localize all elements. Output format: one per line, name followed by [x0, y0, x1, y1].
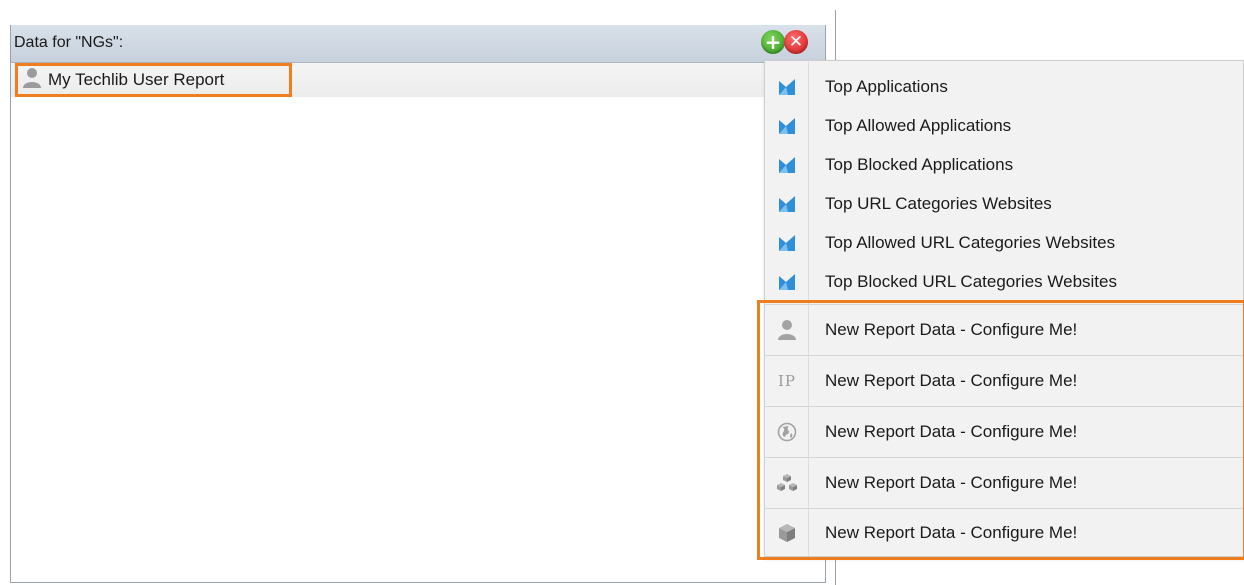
cube-icon: [765, 523, 809, 543]
menu-item-label: Top Allowed Applications: [825, 115, 1012, 135]
report-chart-icon: [765, 156, 809, 174]
menu-item-label: New Report Data - Configure Me!: [825, 320, 1078, 339]
menu-item-top-applications[interactable]: Top Applications: [765, 67, 1243, 106]
report-chart-icon: [765, 117, 809, 135]
add-report-data-menu: Top Applications Top Allowed Application…: [764, 60, 1244, 557]
list-item-label: My Techlib User Report: [48, 70, 225, 89]
report-chart-icon: [765, 273, 809, 291]
ip-icon: IP: [777, 372, 797, 390]
report-chart-icon: [765, 234, 809, 252]
menu-item-top-blocked-applications[interactable]: Top Blocked Applications: [765, 145, 1243, 184]
group-boxes-icon: [765, 473, 809, 493]
list-item-my-techlib-user-report[interactable]: My Techlib User Report: [15, 63, 292, 97]
add-icon[interactable]: +: [761, 30, 785, 54]
user-icon: [22, 67, 42, 94]
menu-item-label: Top Allowed URL Categories Websites: [825, 232, 1116, 252]
user-icon: [765, 319, 809, 341]
report-data-panel: Data for "NGs": + ✕ My Techlib User Repo…: [10, 25, 826, 583]
report-chart-icon: [765, 78, 809, 96]
menu-item-label: New Report Data - Configure Me!: [825, 473, 1078, 492]
menu-item-new-report-cube[interactable]: New Report Data - Configure Me!: [765, 508, 1243, 556]
menu-item-top-allowed-applications[interactable]: Top Allowed Applications: [765, 106, 1243, 145]
menu-item-new-report-ip[interactable]: IP New Report Data - Configure Me!: [765, 355, 1243, 406]
panel-title: Data for "NGs":: [14, 34, 124, 51]
menu-item-new-report-group[interactable]: New Report Data - Configure Me!: [765, 457, 1243, 508]
menu-item-label: Top Blocked Applications: [825, 154, 1014, 174]
menu-item-label: New Report Data - Configure Me!: [825, 522, 1078, 542]
menu-item-label: Top Applications: [825, 76, 948, 96]
menu-item-label: Top Blocked URL Categories Websites: [825, 271, 1117, 291]
menu-item-label: New Report Data - Configure Me!: [825, 422, 1078, 441]
menu-item-top-blocked-url-categories-websites[interactable]: Top Blocked URL Categories Websites: [765, 262, 1243, 301]
report-chart-icon: [765, 195, 809, 213]
panel-header: Data for "NGs": + ✕: [11, 25, 825, 63]
menu-item-top-allowed-url-categories-websites[interactable]: Top Allowed URL Categories Websites: [765, 223, 1243, 262]
menu-item-label: New Report Data - Configure Me!: [825, 371, 1078, 390]
globe-icon: [765, 422, 809, 442]
menu-item-label: Top URL Categories Websites: [825, 193, 1052, 213]
menu-item-new-report-globe[interactable]: New Report Data - Configure Me!: [765, 406, 1243, 457]
menu-item-new-report-user[interactable]: New Report Data - Configure Me!: [765, 304, 1243, 355]
delete-icon[interactable]: ✕: [784, 30, 808, 54]
menu-item-top-url-categories-websites[interactable]: Top URL Categories Websites: [765, 184, 1243, 223]
